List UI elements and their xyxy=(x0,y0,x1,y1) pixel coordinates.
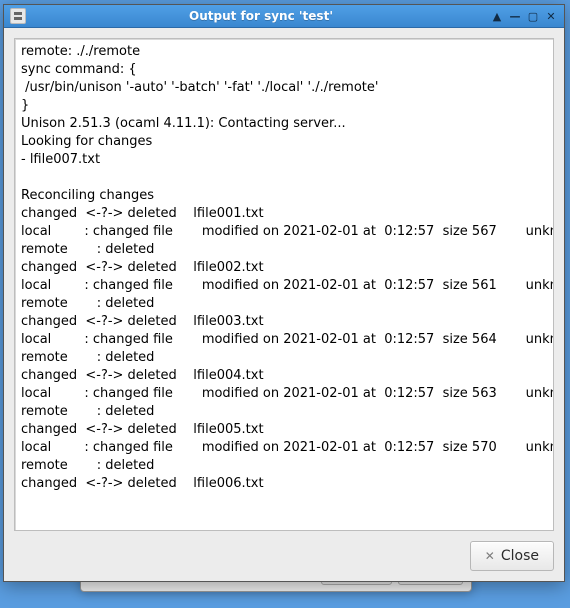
minimize-button[interactable]: — xyxy=(508,9,522,23)
output-frame[interactable]: remote: ././remote sync command: { /usr/… xyxy=(14,38,554,531)
window-menu-icon[interactable] xyxy=(10,8,26,24)
close-button-label: Close xyxy=(501,548,539,564)
output-text: remote: ././remote sync command: { /usr/… xyxy=(15,39,554,497)
output-dialog: Output for sync 'test' ▲ — ▢ ✕ remote: .… xyxy=(3,4,565,582)
window-close-button[interactable]: ✕ xyxy=(544,9,558,23)
window-controls: ▲ — ▢ ✕ xyxy=(490,9,564,23)
close-icon: ✕ xyxy=(485,550,495,562)
maximize-button[interactable]: ▢ xyxy=(526,9,540,23)
titlebar[interactable]: Output for sync 'test' ▲ — ▢ ✕ xyxy=(4,5,564,28)
window-title: Output for sync 'test' xyxy=(32,9,490,23)
close-button[interactable]: ✕ Close xyxy=(470,541,554,571)
dialog-button-bar: ✕ Close xyxy=(14,541,554,571)
shade-button[interactable]: ▲ xyxy=(490,9,504,23)
client-area: remote: ././remote sync command: { /usr/… xyxy=(4,28,564,581)
